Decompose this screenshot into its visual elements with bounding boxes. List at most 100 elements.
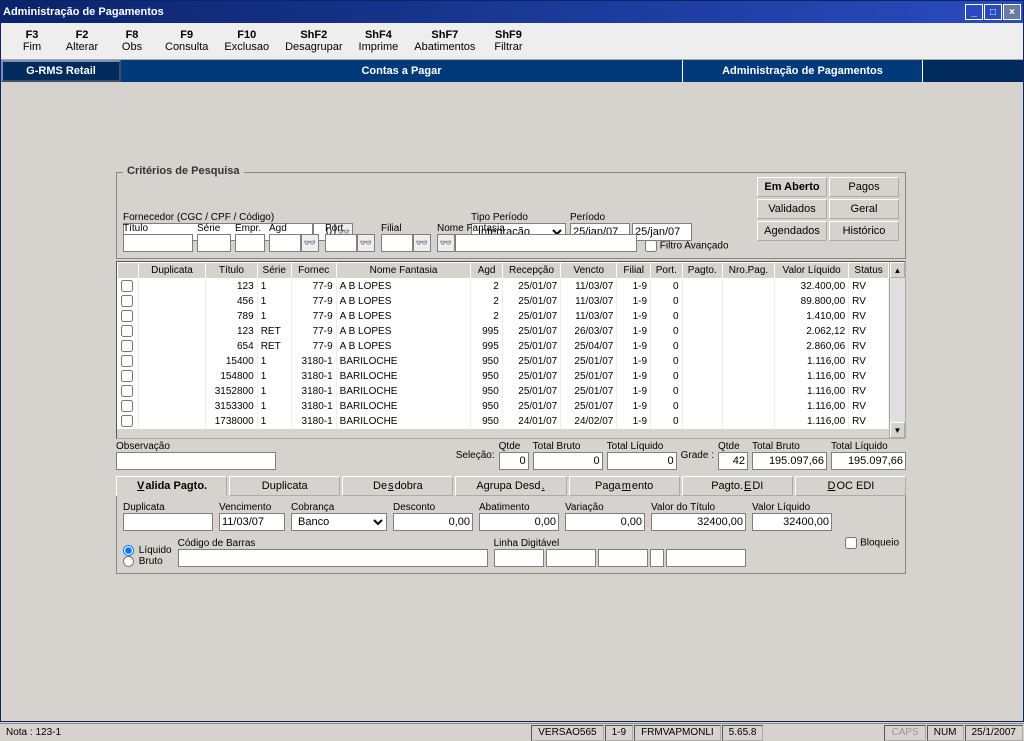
table-row[interactable]: 315280013180-1BARILOCHE95025/01/0725/01/…: [118, 384, 889, 399]
bloqueio-check[interactable]: Bloqueio: [845, 537, 899, 549]
row-checkbox[interactable]: [121, 340, 133, 352]
menu-item-filtrar[interactable]: ShF9Filtrar: [483, 27, 533, 55]
det-cobr-select[interactable]: Banco: [291, 513, 387, 531]
grade-label: Grade :: [681, 450, 714, 461]
det-desc-input[interactable]: [393, 513, 473, 531]
scroll-up-icon[interactable]: ▲: [890, 262, 905, 278]
col-header[interactable]: Recepção: [502, 263, 560, 279]
col-header[interactable]: Título: [206, 263, 258, 279]
row-checkbox[interactable]: [121, 325, 133, 337]
tab-pagamento[interactable]: Pagamento: [569, 476, 680, 496]
tab-duplicata[interactable]: Duplicata: [229, 476, 340, 496]
col-header[interactable]: Filial: [617, 263, 651, 279]
table-row[interactable]: 173800013180-1BARILOCHE95024/01/0724/02/…: [118, 414, 889, 429]
scroll-down-icon[interactable]: ▼: [890, 422, 905, 438]
menu-item-imprime[interactable]: ShF4Imprime: [351, 27, 407, 55]
table-row[interactable]: 456177-9A B LOPES225/01/0711/03/071-9089…: [118, 294, 889, 309]
port-input[interactable]: [325, 234, 357, 252]
periodo-label: Período: [570, 212, 700, 223]
binoculars-icon[interactable]: 👓: [301, 234, 319, 252]
menu-item-obs[interactable]: F8Obs: [107, 27, 157, 55]
det-cobr-label: Cobrança: [291, 502, 387, 513]
linhadig-3[interactable]: [598, 549, 648, 567]
menu-item-abatimentos[interactable]: ShF7Abatimentos: [406, 27, 483, 55]
status-versao: VERSAO565: [531, 725, 603, 741]
tab-desdobra[interactable]: Desdobra: [342, 476, 453, 496]
det-abat-label: Abatimento: [479, 502, 559, 513]
table-row[interactable]: 654RET77-9A B LOPES99525/01/0725/04/071-…: [118, 339, 889, 354]
filial-input[interactable]: [381, 234, 413, 252]
binoculars-icon[interactable]: 👓: [357, 234, 375, 252]
linhadig-5[interactable]: [666, 549, 746, 567]
menu-item-fim[interactable]: F3Fim: [7, 27, 57, 55]
col-header[interactable]: Nome Fantasia: [336, 263, 471, 279]
empr-input[interactable]: [235, 234, 265, 252]
agendados-button[interactable]: Agendados: [757, 221, 827, 241]
menu-item-consulta[interactable]: F9Consulta: [157, 27, 216, 55]
det-var-label: Variação: [565, 502, 645, 513]
table-row[interactable]: 1540013180-1BARILOCHE95025/01/0725/01/07…: [118, 354, 889, 369]
tab-pagto-edi[interactable]: Pagto.EDI: [682, 476, 793, 496]
col-header[interactable]: Status: [849, 263, 889, 279]
row-checkbox[interactable]: [121, 280, 133, 292]
row-checkbox[interactable]: [121, 385, 133, 397]
linhadig-2[interactable]: [546, 549, 596, 567]
col-header[interactable]: Port.: [651, 263, 683, 279]
table-row[interactable]: 315330013180-1BARILOCHE95025/01/0725/01/…: [118, 399, 889, 414]
search-group-title: Critérios de Pesquisa: [123, 165, 244, 177]
radio-liquido[interactable]: Líquido: [123, 545, 172, 556]
row-checkbox[interactable]: [121, 415, 133, 427]
geral-button[interactable]: Geral: [829, 199, 899, 219]
window-titlebar: Administração de Pagamentos _ □ ×: [1, 1, 1023, 23]
col-header[interactable]: Série: [257, 263, 291, 279]
col-header[interactable]: Valor Líquido: [775, 263, 849, 279]
agd-input[interactable]: [269, 234, 301, 252]
validados-button[interactable]: Validados: [757, 199, 827, 219]
pagos-button[interactable]: Pagos: [829, 177, 899, 197]
filtro-avancado-check[interactable]: Filtro Avançado: [645, 240, 729, 252]
selecao-label: Seleção:: [456, 450, 495, 461]
historico-button[interactable]: Histórico: [829, 221, 899, 241]
tab-agrupa[interactable]: Agrupa Desd.: [455, 476, 566, 496]
det-abat-input[interactable]: [479, 513, 559, 531]
binoculars-icon[interactable]: 👓: [437, 234, 455, 252]
radio-bruto[interactable]: Bruto: [123, 556, 172, 567]
col-header[interactable]: Nro.Pag.: [722, 263, 774, 279]
det-valliq-label: Valor Líquido: [752, 502, 832, 513]
row-checkbox[interactable]: [121, 370, 133, 382]
em-aberto-button[interactable]: Em Aberto: [757, 177, 827, 197]
periodo-to-input[interactable]: [632, 223, 692, 241]
row-checkbox[interactable]: [121, 400, 133, 412]
menu-item-desagrupar[interactable]: ShF2Desagrupar: [277, 27, 350, 55]
sel-liq: [607, 452, 677, 470]
menu-item-exclusao[interactable]: F10Exclusao: [216, 27, 277, 55]
row-checkbox[interactable]: [121, 310, 133, 322]
row-checkbox[interactable]: [121, 295, 133, 307]
table-row[interactable]: 123RET77-9A B LOPES99525/01/0726/03/071-…: [118, 324, 889, 339]
linhadig-1[interactable]: [494, 549, 544, 567]
col-header[interactable]: Duplicata: [138, 263, 205, 279]
binoculars-icon[interactable]: 👓: [413, 234, 431, 252]
codbarras-input[interactable]: [178, 549, 488, 567]
menu-item-alterar[interactable]: F2Alterar: [57, 27, 107, 55]
tab-doc-edi[interactable]: DOC EDI: [795, 476, 906, 496]
det-valtit-input: [651, 513, 746, 531]
det-venc-input[interactable]: [219, 513, 285, 531]
col-header[interactable]: Agd: [471, 263, 502, 279]
window-title: Administração de Pagamentos: [3, 6, 164, 18]
table-row[interactable]: 789177-9A B LOPES225/01/0711/03/071-901.…: [118, 309, 889, 324]
vertical-scrollbar[interactable]: ▲ ▼: [889, 262, 905, 438]
table-row[interactable]: 15480013180-1BARILOCHE95025/01/0725/01/0…: [118, 369, 889, 384]
linhadig-4[interactable]: [650, 549, 664, 567]
close-icon[interactable]: ×: [1003, 4, 1021, 20]
minimize-icon[interactable]: _: [965, 4, 983, 20]
col-header[interactable]: Pagto.: [682, 263, 722, 279]
maximize-icon[interactable]: □: [984, 4, 1002, 20]
col-header[interactable]: Vencto: [561, 263, 617, 279]
col-header[interactable]: Fornec: [291, 263, 336, 279]
table-row[interactable]: 123177-9A B LOPES225/01/0711/03/071-9032…: [118, 279, 889, 294]
tab-valida-pagto[interactable]: VValida Pagto.alida Pagto.: [116, 476, 227, 496]
serie-input[interactable]: [197, 234, 231, 252]
row-checkbox[interactable]: [121, 355, 133, 367]
titulo-input[interactable]: [123, 234, 193, 252]
